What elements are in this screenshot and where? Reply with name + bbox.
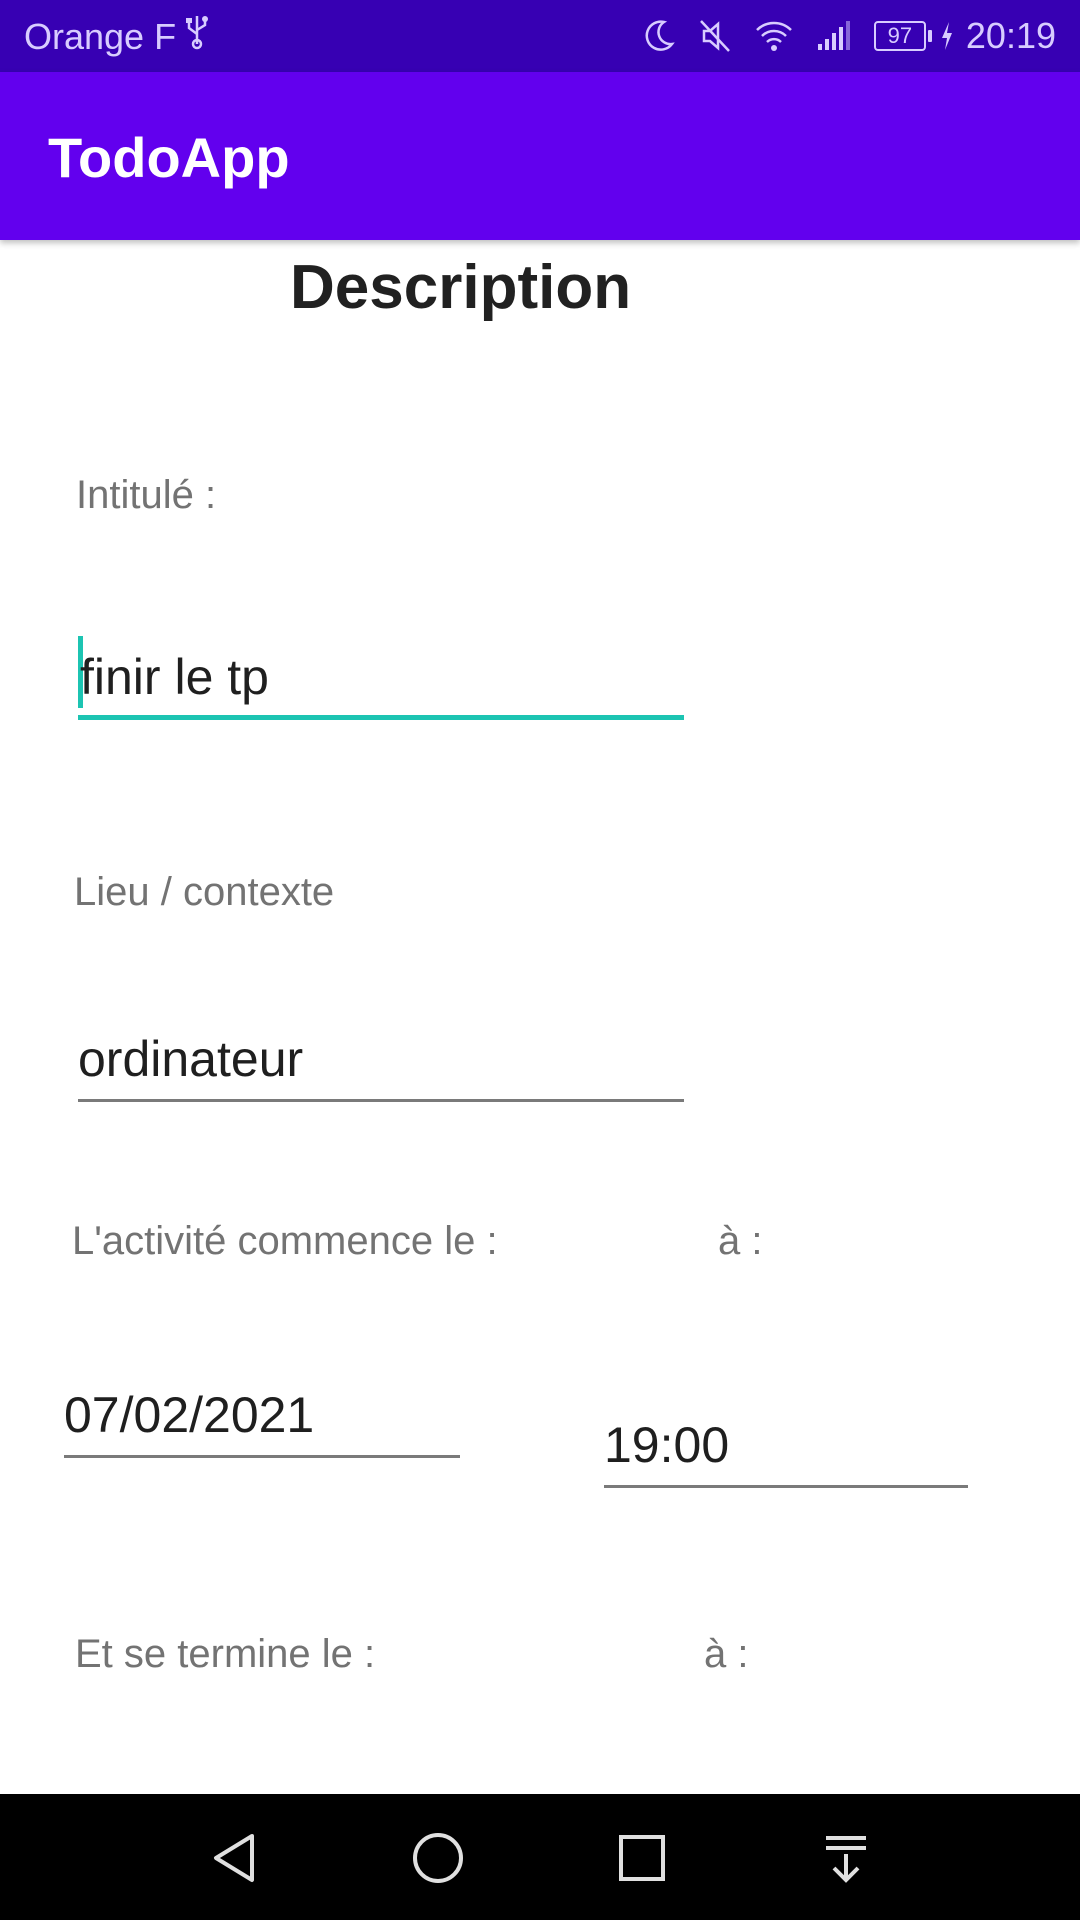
place-field[interactable]: ordinateur [78, 1010, 684, 1102]
start-time-field[interactable]: 19:00 [604, 1400, 968, 1488]
title-value: finir le tp [80, 649, 269, 705]
signal-icon [816, 18, 852, 54]
title-field-underline [78, 715, 684, 720]
recents-icon[interactable] [614, 1830, 670, 1886]
app-title: TodoApp [48, 126, 290, 189]
carrier-group: Orange F [24, 14, 210, 60]
battery-level: 97 [873, 21, 926, 51]
start-date-value: 07/02/2021 [64, 1387, 315, 1443]
start-time-underline [604, 1485, 968, 1488]
start-time-value: 19:00 [604, 1417, 730, 1473]
mute-icon [698, 18, 732, 54]
start-date-field[interactable]: 07/02/2021 [64, 1370, 460, 1458]
start-date-label: L'activité commence le : [72, 1219, 498, 1263]
start-date-underline [64, 1455, 460, 1458]
screen: Orange F 97 20:19 TodoApp Description In… [0, 0, 1080, 1920]
place-value: ordinateur [78, 1031, 304, 1087]
status-time: 20:19 [965, 15, 1056, 56]
notification-shade-icon[interactable] [818, 1830, 874, 1886]
status-icons: 97 20:19 [642, 12, 1056, 60]
end-date-label: Et se termine le : [75, 1632, 376, 1676]
battery-icon: 97 [873, 21, 932, 51]
title-label: Intitulé : [76, 473, 217, 517]
page-heading: Description [290, 253, 632, 322]
start-time-label: à : [718, 1219, 763, 1263]
place-field-underline [78, 1099, 684, 1102]
title-field[interactable]: finir le tp [78, 630, 684, 720]
wifi-icon [754, 18, 794, 54]
app-bar: TodoApp [0, 72, 1080, 240]
usb-icon [184, 14, 210, 60]
status-bar: Orange F 97 20:19 [0, 0, 1080, 72]
home-icon[interactable] [410, 1830, 466, 1886]
moon-icon [642, 18, 676, 54]
navigation-bar [0, 1794, 1080, 1920]
battery-tip [927, 30, 932, 42]
carrier-name: Orange F [24, 16, 177, 57]
back-icon[interactable] [206, 1830, 262, 1886]
end-time-label: à : [704, 1632, 749, 1676]
charging-icon [940, 21, 954, 51]
place-label: Lieu / contexte [74, 870, 335, 914]
